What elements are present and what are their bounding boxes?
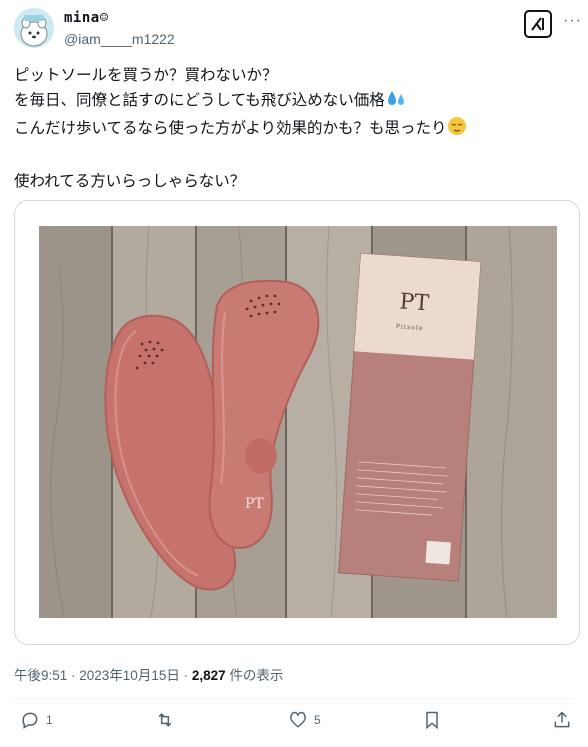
bookmark-button[interactable]: [422, 710, 442, 730]
insole-logo: PT: [245, 496, 264, 512]
tweet-line-2: を毎日、同僚と話すのにどうしても飛び込めない価格: [14, 88, 574, 116]
tweet-line-3-text: こんだけ歩いてるなら使った方がより効果的かも？も思ったり: [14, 119, 447, 137]
share-button[interactable]: [552, 710, 572, 730]
product-photo[interactable]: PT PT Pitsole: [39, 226, 557, 618]
media-card[interactable]: PT PT Pitsole: [14, 200, 580, 645]
avatar-image: [14, 8, 54, 48]
product-image: PT PT Pitsole: [39, 226, 557, 618]
tweet-meta: 午後9:51 · 2023年10月15日 · 2,827 件の表示: [14, 664, 283, 684]
retweet-button[interactable]: [154, 710, 182, 730]
like-count: 5: [314, 713, 321, 727]
reply-icon: [22, 712, 38, 729]
action-bar: 1 5: [14, 710, 574, 740]
box-logo: PT: [399, 289, 430, 316]
grok-icon: [531, 17, 544, 31]
tweet-line-3: こんだけ歩いてるなら使った方がより効果的かも？も思ったり: [14, 116, 574, 144]
relieved-face-icon: [447, 116, 467, 144]
reply-button[interactable]: 1: [20, 710, 53, 730]
view-count: 2,827: [191, 668, 226, 683]
more-options-button[interactable]: ···: [563, 12, 582, 30]
avatar[interactable]: [14, 8, 54, 48]
tweet-line-5: 使われてる方いらっしゃらない？: [14, 172, 246, 190]
share-icon: [554, 711, 570, 728]
retweet-icon: [158, 713, 172, 727]
like-button[interactable]: 5: [288, 710, 321, 730]
tweet-text: ピットソールを買うか？買わないか？ を毎日、同僚と話すのにどうしても飛び込めない…: [14, 63, 574, 194]
grok-button[interactable]: [524, 10, 552, 38]
tweet-line-1: ピットソールを買うか？買わないか？: [14, 66, 278, 84]
divider: [14, 698, 574, 699]
reply-count: 1: [46, 713, 53, 727]
more-icon: ···: [563, 12, 582, 29]
author-handle[interactable]: @iam____m1222: [64, 31, 175, 47]
timestamp[interactable]: 午後9:51 · 2023年10月15日 ·: [14, 668, 192, 683]
bookmark-icon: [426, 711, 438, 730]
tweet-line-2-text: を毎日、同僚と話すのにどうしても飛び込めない価格: [14, 91, 385, 109]
author-name[interactable]: mina☺: [64, 10, 109, 26]
view-label: 件の表示: [225, 668, 284, 683]
sweat-droplets-icon: [386, 90, 406, 116]
heart-icon: [289, 711, 307, 728]
tweet-line-4: [14, 144, 574, 169]
